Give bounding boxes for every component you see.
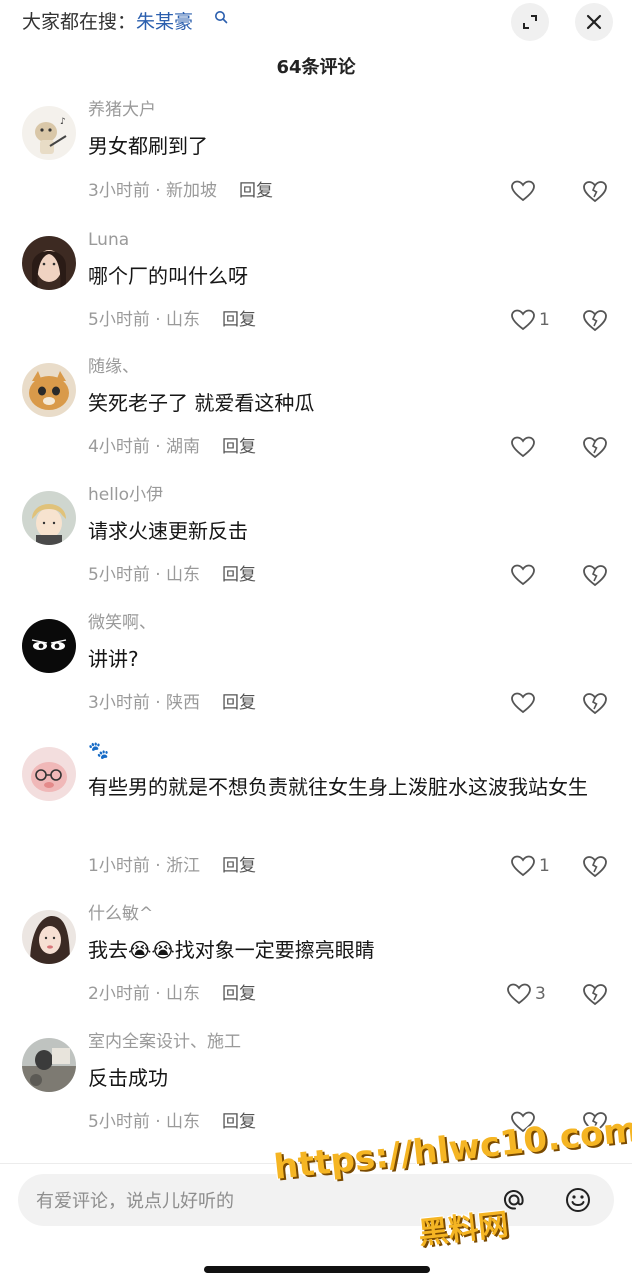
comment-time-location: 4小时前 · 湖南 <box>88 437 201 457</box>
avatar[interactable] <box>22 1038 76 1092</box>
reply-button[interactable]: 回复 <box>222 310 256 330</box>
reply-button[interactable]: 回复 <box>222 437 256 457</box>
avatar[interactable] <box>22 236 76 290</box>
like-button[interactable] <box>510 688 560 718</box>
like-count: 3 <box>535 984 546 1004</box>
like-count: 1 <box>539 310 550 330</box>
like-button[interactable]: 3 <box>506 979 556 1009</box>
comment-meta: 3小时前 · 陕西 回复 <box>88 691 256 715</box>
comment-text: 哪个厂的叫什么呀 <box>88 264 248 288</box>
trending-search-prefix: 大家都在搜： <box>22 11 137 33</box>
comment-meta: 2小时前 · 山东 回复 <box>88 982 256 1006</box>
emoji-icon[interactable] <box>562 1184 594 1216</box>
avatar[interactable] <box>22 910 76 964</box>
close-icon <box>586 14 602 30</box>
comment-text: 请求火速更新反击 <box>88 519 248 543</box>
heart-icon <box>511 564 535 586</box>
like-button[interactable] <box>510 560 560 590</box>
username[interactable]: hello小伊 <box>88 483 163 507</box>
heart-icon <box>507 983 531 1005</box>
comment-text: 我去😭😭找对象一定要擦亮眼睛 <box>88 938 375 962</box>
comment-count: 64条评论 <box>276 57 356 78</box>
comment-meta: 5小时前 · 山东 回复 <box>88 1110 256 1134</box>
like-button[interactable]: 1 <box>510 851 560 881</box>
reply-button[interactable]: 回复 <box>239 181 273 201</box>
heart-icon <box>511 855 535 877</box>
like-button[interactable] <box>510 176 560 206</box>
at-icon[interactable] <box>498 1184 530 1216</box>
comment-text: 反击成功 <box>88 1066 168 1090</box>
close-button[interactable] <box>575 3 613 41</box>
comment-input-bar: 有爱评论，说点儿好听的 <box>0 1163 632 1280</box>
comment-time-location: 5小时前 · 山东 <box>88 1112 201 1132</box>
comment-meta: 3小时前 · 新加坡 回复 <box>88 179 273 203</box>
broken-heart-icon[interactable] <box>581 1108 609 1136</box>
heart-icon <box>511 692 535 714</box>
reply-button[interactable]: 回复 <box>222 1112 256 1132</box>
username[interactable]: Luna <box>88 228 129 252</box>
comment-meta: 5小时前 · 山东 回复 <box>88 308 256 332</box>
avatar[interactable] <box>22 363 76 417</box>
expand-icon <box>523 15 537 29</box>
comment-text: 讲讲? <box>88 647 139 671</box>
comment-meta: 4小时前 · 湖南 回复 <box>88 435 256 459</box>
comment-time-location: 3小时前 · 陕西 <box>88 693 201 713</box>
comment-time-location: 5小时前 · 山东 <box>88 565 201 585</box>
search-icon <box>215 11 228 24</box>
reply-button[interactable]: 回复 <box>222 565 256 585</box>
username[interactable]: 🐾 <box>88 739 109 763</box>
username[interactable]: 什么敏^ <box>88 902 153 926</box>
avatar[interactable] <box>22 747 76 801</box>
username[interactable]: 养猪大户 <box>88 98 156 122</box>
broken-heart-icon[interactable] <box>581 177 609 205</box>
heart-icon <box>511 180 535 202</box>
comment-meta: 5小时前 · 山东 回复 <box>88 563 256 587</box>
trending-search-term[interactable]: 朱某豪 <box>136 11 193 33</box>
comment-time-location: 2小时前 · 山东 <box>88 984 201 1004</box>
comment-meta: 1小时前 · 浙江 回复 <box>88 854 256 878</box>
reply-button[interactable]: 回复 <box>222 693 256 713</box>
comment-input-placeholder: 有爱评论，说点儿好听的 <box>36 1191 234 1212</box>
avatar[interactable] <box>22 491 76 545</box>
home-indicator <box>204 1266 430 1273</box>
like-button[interactable] <box>510 1107 560 1137</box>
broken-heart-icon[interactable] <box>581 561 609 589</box>
heart-icon <box>511 1111 535 1133</box>
trending-search[interactable]: 大家都在搜：朱某豪 <box>22 8 193 36</box>
broken-heart-icon[interactable] <box>581 306 609 334</box>
comment-input[interactable]: 有爱评论，说点儿好听的 <box>18 1174 614 1226</box>
username[interactable]: 室内全案设计、施工 <box>88 1030 241 1054</box>
like-count: 1 <box>539 856 550 876</box>
heart-icon <box>511 436 535 458</box>
comment-text: 有些男的就是不想负责就往女生身上泼脏水这波我站女生 <box>88 775 588 799</box>
username[interactable]: 微笑啊、 <box>88 611 156 635</box>
broken-heart-icon[interactable] <box>581 852 609 880</box>
comment-time-location: 1小时前 · 浙江 <box>88 856 201 876</box>
comment-time-location: 3小时前 · 新加坡 <box>88 181 218 201</box>
expand-button[interactable] <box>511 3 549 41</box>
like-button[interactable]: 1 <box>510 305 560 335</box>
broken-heart-icon[interactable] <box>581 689 609 717</box>
comment-text: 笑死老子了 就爱看这种瓜 <box>88 391 315 415</box>
broken-heart-icon[interactable] <box>581 433 609 461</box>
svg-text:♪: ♪ <box>60 117 66 127</box>
broken-heart-icon[interactable] <box>581 980 609 1008</box>
reply-button[interactable]: 回复 <box>222 984 256 1004</box>
avatar[interactable] <box>22 619 76 673</box>
reply-button[interactable]: 回复 <box>222 856 256 876</box>
comment-text: 男女都刷到了 <box>88 134 208 158</box>
like-button[interactable] <box>510 432 560 462</box>
username[interactable]: 随缘、 <box>88 355 139 379</box>
comment-time-location: 5小时前 · 山东 <box>88 310 201 330</box>
heart-icon <box>511 309 535 331</box>
top-bar: 大家都在搜：朱某豪 <box>0 0 632 44</box>
avatar[interactable]: ♪ <box>22 106 76 160</box>
